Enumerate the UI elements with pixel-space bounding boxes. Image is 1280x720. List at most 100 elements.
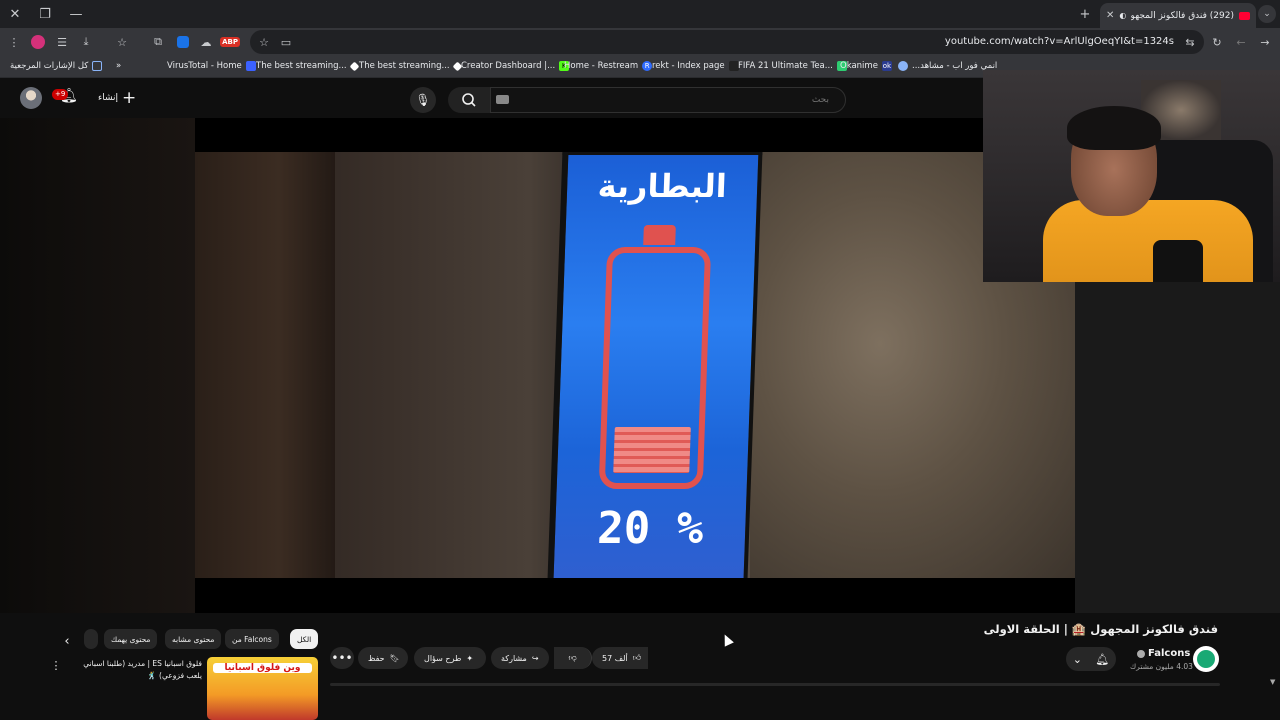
close-tab-icon[interactable]: ✕ [1106, 10, 1114, 21]
like-button[interactable]: 57 ألف 👍︎ [592, 647, 648, 669]
chip-label: محتوى مشابه [172, 634, 215, 644]
restream-icon: R [642, 61, 653, 71]
battery-fill [613, 427, 691, 473]
ask-button[interactable]: طرح سؤال ✦ [414, 647, 486, 669]
back-icon[interactable]: → [1257, 34, 1273, 50]
address-bar[interactable]: ☆ ▭ youtube.com/watch?v=ArlUlgOeqYI&t=13… [250, 30, 1204, 54]
screen-title: البطارية [597, 167, 728, 205]
webcam-person-hair [1067, 106, 1161, 150]
create-button[interactable]: إنشاء + [92, 87, 142, 109]
tab-search-icon[interactable]: ⌄ [1258, 5, 1276, 23]
extension-tab-icon[interactable] [175, 34, 191, 50]
chip-overflow[interactable] [84, 629, 98, 649]
new-tab-icon[interactable]: + [1075, 4, 1095, 24]
subscriber-count: 4.03 مليون مشترك [1130, 662, 1193, 671]
browser-toolbar: ⋮ ☰ ⤓ ☆ ⧉ ☁ ABP ☆ ▭ youtube.com/watch?v=… [0, 28, 1280, 56]
bookmark-fifa[interactable]: FIFA 21 Ultimate Tea... [738, 61, 847, 71]
browser-menu-icon[interactable]: ⋮ [6, 34, 22, 50]
plus-icon: + [122, 88, 137, 108]
dislike-button[interactable]: 👎︎ [554, 647, 592, 669]
bell-icon: 🔔︎ [1095, 652, 1110, 666]
downloads-icon[interactable]: ⤓ [78, 34, 94, 50]
reading-list-icon[interactable]: ☰ [54, 34, 70, 50]
voice-search-icon[interactable]: 🎙︎ [410, 87, 436, 113]
battery-icon [598, 247, 712, 489]
extensions-icon[interactable]: ⧉ [150, 34, 166, 50]
bookmark-label: rekt - Index page [652, 61, 725, 71]
recommended-thumbnail[interactable]: وين فلوق اسبانيا [207, 657, 318, 720]
webcam-microphone [1153, 240, 1203, 282]
thumbs-up-icon: 👍︎ [632, 653, 642, 662]
channel-name[interactable]: Falcons [1148, 648, 1190, 659]
notification-badge: +9 [52, 89, 69, 100]
bookmark-okanime[interactable]: Okanime ok [840, 61, 892, 71]
extensions-star-icon[interactable]: ☆ [114, 34, 130, 50]
chip-recommended[interactable]: محتوى يهمك [104, 629, 158, 649]
video-title: فندق فالكونز المجهول 🏨 | الحلقة الاولى [983, 622, 1218, 636]
bookmark-icon: 🔖︎ [389, 653, 400, 663]
chip-label: الكل [297, 634, 312, 644]
like-count: 57 ألف [602, 653, 628, 663]
webcam-overlay [983, 70, 1280, 282]
folder-icon [92, 61, 103, 71]
battery-percent: 20 % [596, 503, 705, 554]
bookmark-label: FIFA 21 Ultimate Tea... [738, 61, 833, 71]
video-frame: البطارية 20 % [195, 152, 1075, 578]
save-label: حفظ [368, 653, 385, 663]
video-player[interactable]: البطارية 20 % [195, 118, 1075, 613]
tab-title: (292) فندق فالكونز المجهول 🏨 | [1131, 10, 1234, 21]
search-icon [462, 93, 476, 107]
subscription-bell-button[interactable]: ⌄ 🔔︎ [1066, 647, 1116, 671]
chevron-down-icon: ⌄ [1072, 652, 1082, 666]
bookmark-label: Okanime [840, 61, 878, 71]
profile-icon[interactable] [30, 34, 46, 50]
channel-avatar[interactable] [1193, 646, 1219, 672]
bookmark-streaming-1[interactable]: The best streaming... [256, 61, 360, 71]
share-button[interactable]: مشاركة ↪ [491, 647, 549, 669]
avatar[interactable] [20, 87, 42, 109]
share-label: مشاركة [501, 653, 527, 663]
reload-icon[interactable]: ↻ [1209, 34, 1225, 50]
cast-icon[interactable]: ▭ [278, 34, 294, 50]
bookmark-creator-dashboard[interactable]: Creator Dashboard |... K [461, 61, 570, 71]
ambient-left [0, 118, 195, 613]
falcons-logo-icon [1197, 650, 1215, 668]
bookmark-star-icon[interactable]: ☆ [256, 34, 272, 50]
chip-all[interactable]: الكل [290, 629, 319, 649]
forward-icon[interactable]: ← [1233, 34, 1249, 50]
bookmark-virustotal[interactable]: VirusTotal - Home [167, 61, 256, 71]
battery-cap [643, 225, 676, 245]
recommended-title[interactable]: فلوق اسبانيا ES | مدريد (طلبنا اسباني يل… [70, 658, 202, 682]
chip-from-channel[interactable]: من Falcons [225, 629, 279, 649]
bookmark-restream[interactable]: Home - Restream R [564, 61, 653, 71]
restore-window-icon[interactable]: ❐ [35, 4, 55, 24]
tab-active[interactable]: ✕ ◐ (292) فندق فالكونز المجهول 🏨 | [1100, 3, 1256, 28]
url-text: youtube.com/watch?v=ArlUlgOeqYI&t=1324s [944, 36, 1174, 47]
webcam-hoodie [1043, 200, 1253, 282]
extension-cloud-icon[interactable]: ☁ [198, 34, 214, 50]
bookmark-label: VirusTotal - Home [167, 61, 242, 71]
bookmark-all-bookmarks[interactable]: كل الإشارات المرجعية [10, 61, 103, 71]
bookmark-streaming-2[interactable]: The best streaming... [359, 61, 463, 71]
virustotal-icon [245, 61, 256, 71]
adblock-icon[interactable]: ABP [220, 34, 240, 50]
description-divider [330, 683, 1220, 686]
close-window-icon[interactable]: ✕ [5, 4, 25, 24]
bookmarks-overflow-icon[interactable]: » [116, 61, 121, 71]
audio-icon[interactable]: ◐ [1119, 11, 1126, 20]
bookmark-rekt[interactable]: rekt - Index page [652, 61, 739, 71]
chip-label: محتوى يهمك [111, 634, 151, 644]
save-button[interactable]: حفظ 🔖︎ [358, 647, 408, 669]
site-settings-icon[interactable]: ⇆ [1182, 34, 1198, 50]
recommended-menu-icon[interactable]: ⋮ [50, 657, 62, 673]
minimize-window-icon[interactable]: — [66, 4, 86, 24]
bookmark-label: The best streaming... [359, 61, 450, 71]
chevron-left-icon[interactable]: ‹ [58, 632, 76, 650]
more-actions-icon[interactable]: ••• [330, 647, 354, 669]
chip-related[interactable]: محتوى مشابه [165, 629, 222, 649]
search-button[interactable] [448, 87, 490, 113]
verified-icon [1137, 650, 1145, 658]
scroll-down-icon[interactable]: ▼ [1270, 678, 1275, 686]
keyboard-icon[interactable] [496, 95, 509, 104]
search-input[interactable] [490, 87, 846, 113]
